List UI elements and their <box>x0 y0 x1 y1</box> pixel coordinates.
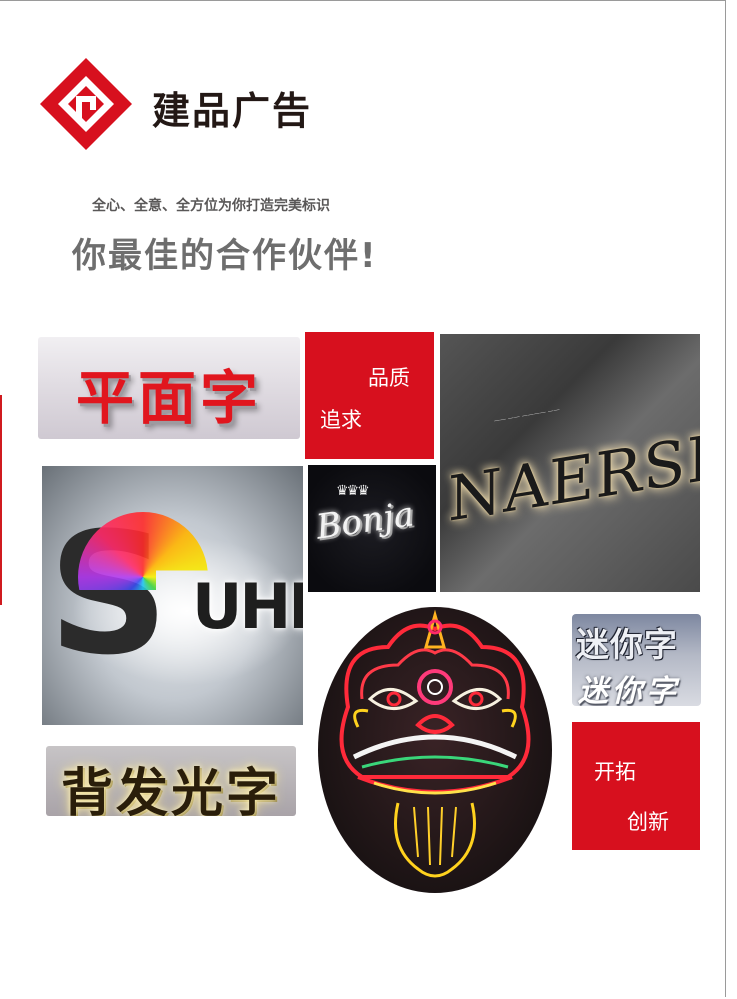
brand-name: 建品广告 <box>152 89 313 133</box>
left-accent-bar <box>0 395 2 605</box>
flat-letter-sign-text: 平面字 <box>75 364 262 432</box>
quality-panel: 品质 追求 <box>305 332 434 459</box>
brand-logo-icon <box>40 58 132 150</box>
bonja-sign-text: Bonja <box>313 494 417 548</box>
backlit-letter-sign-image: 背发光字 <box>46 746 296 816</box>
innovate-panel-line2: 创新 <box>627 810 669 834</box>
naersi-sign-caption: —— —— ———— —— <box>494 406 560 425</box>
innovate-panel: 开拓 创新 <box>572 722 700 850</box>
suhd-sign-image: S UHD <box>42 466 303 725</box>
innovate-panel-line1: 开拓 <box>594 760 636 784</box>
naersi-sign-text: NAERSI <box>448 421 700 536</box>
flat-letter-sign-image: 平面字 <box>38 337 300 439</box>
lion-dance-neon-image <box>318 607 552 893</box>
quality-panel-line2: 追求 <box>320 408 362 432</box>
tagline: 全心、全意、全方位为你打造完美标识 <box>92 198 330 214</box>
backlit-letter-sign-text: 背发光字 <box>60 764 281 816</box>
mini-letter-sign-image: 迷你字 迷你字 <box>572 614 701 706</box>
quality-panel-line1: 品质 <box>368 366 410 390</box>
naersi-sign-image: —— —— ———— —— NAERSI <box>440 334 700 592</box>
suhd-sign-text: UHD <box>192 570 303 643</box>
bonja-sign-image: ♛♛♛ Bonja <box>308 465 436 592</box>
headline: 你最佳的合作伙伴! <box>72 236 378 276</box>
crown-icon: ♛♛♛ <box>336 483 370 499</box>
mini-letter-sign-text-top: 迷你字 <box>576 625 678 664</box>
lion-head-neon-icon <box>339 609 531 878</box>
mini-letter-sign-text-bottom: 迷你字 <box>578 674 680 706</box>
